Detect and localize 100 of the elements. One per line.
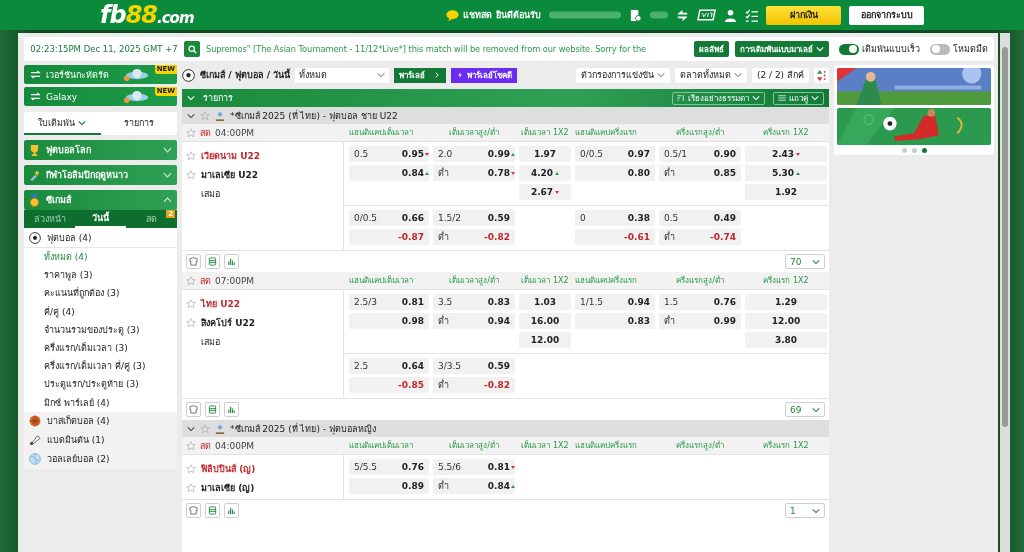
- ticket-icon[interactable]: [697, 9, 716, 21]
- odds-cell[interactable]: -0.85: [349, 377, 429, 393]
- carousel-dot[interactable]: [901, 148, 907, 153]
- chart-button[interactable]: [224, 254, 239, 269]
- odds-cell[interactable]: 0.5 0.95: [349, 146, 429, 162]
- sort-dropdown[interactable]: เรียงอย่างธรรมดา: [672, 91, 765, 105]
- odds-cell[interactable]: 5/5.5 0.76: [349, 459, 429, 475]
- stats-list-button[interactable]: [205, 254, 220, 269]
- odds-cell[interactable]: 4.20: [519, 165, 571, 181]
- odds-cell[interactable]: 0.83: [575, 313, 655, 329]
- user-icon[interactable]: [724, 8, 737, 22]
- chart-button[interactable]: [224, 402, 239, 417]
- star-icon[interactable]: [186, 317, 196, 328]
- sort-button[interactable]: [814, 67, 829, 83]
- odds-cell[interactable]: 3.80: [745, 332, 827, 348]
- star-icon[interactable]: [186, 150, 196, 161]
- odds-cell[interactable]: -0.87: [349, 229, 429, 245]
- league-count-button[interactable]: (2 / 2) ลีกค์: [751, 67, 809, 83]
- scoreboard-button[interactable]: [186, 503, 201, 518]
- odds-cell[interactable]: 1.92: [745, 184, 827, 200]
- odds-cell[interactable]: 0/0.5 0.66: [349, 210, 429, 226]
- parlay-button[interactable]: พาร์เลย์: [394, 67, 447, 83]
- sport-item[interactable]: ฟุตบอล (4): [24, 228, 177, 248]
- odds-cell[interactable]: 0.89: [349, 478, 429, 494]
- sidebar-tab[interactable]: รายการ: [100, 112, 177, 135]
- chevron-down-icon[interactable]: [187, 95, 195, 101]
- odds-cell[interactable]: 0.5/1 0.90: [659, 146, 741, 162]
- results-button[interactable]: ผลลัพธ์: [694, 41, 729, 57]
- odds-cell[interactable]: 1.5/2 0.59: [433, 210, 515, 226]
- search-button[interactable]: [184, 41, 200, 57]
- star-icon[interactable]: [186, 169, 196, 180]
- scoreboard-button[interactable]: [186, 402, 201, 417]
- odds-cell[interactable]: 2.5 0.64: [349, 358, 429, 374]
- odds-cell[interactable]: 3/3.5 0.59: [433, 358, 515, 374]
- more-markets-dropdown[interactable]: 69: [785, 402, 825, 417]
- odds-cell[interactable]: 0.98: [349, 313, 429, 329]
- odds-cell[interactable]: 3.5 0.83: [433, 294, 515, 310]
- odds-cell[interactable]: 1/1.5 0.94: [575, 294, 655, 310]
- odds-cell[interactable]: ต่ำ 0.78: [433, 165, 515, 181]
- scoreboard-button[interactable]: [186, 254, 201, 269]
- odds-cell[interactable]: 5.30: [745, 165, 827, 181]
- sub-tab[interactable]: ล่วงหน้า: [24, 210, 75, 228]
- logout-button[interactable]: ออกจากระบบ: [849, 5, 924, 25]
- odds-cell[interactable]: 1.97: [519, 146, 571, 162]
- odds-cell[interactable]: 2.5/3 0.81: [349, 294, 429, 310]
- live-chat-link[interactable]: แชทสด: [463, 8, 492, 22]
- league-header[interactable]: *ซีเกมส์ 2025 (ที่ ไทย) - ฟุตบอล ชาย U22: [182, 107, 829, 124]
- odds-cell[interactable]: 12.00: [519, 332, 571, 348]
- checklist-icon[interactable]: [745, 8, 758, 22]
- receipt-icon[interactable]: [629, 8, 642, 22]
- market-item[interactable]: ประตูแรก/ประตูท้าย (3): [24, 375, 177, 394]
- odds-type-dropdown[interactable]: การเดิมพันแบบมาเลย์: [735, 41, 829, 57]
- stats-list-button[interactable]: [205, 402, 220, 417]
- odds-cell[interactable]: ต่ำ -0.82: [433, 377, 515, 393]
- chart-button[interactable]: [224, 503, 239, 518]
- odds-cell[interactable]: -0.61: [575, 229, 655, 245]
- market-item[interactable]: คะแนนที่ถูกต้อง (3): [24, 284, 177, 303]
- star-icon[interactable]: [186, 298, 196, 309]
- filter-select[interactable]: ทั้งหมด: [295, 67, 390, 83]
- odds-cell[interactable]: 16.00: [519, 313, 571, 329]
- odds-cell[interactable]: 1.29: [745, 294, 827, 310]
- deposit-button[interactable]: ฝากเงิน: [766, 5, 841, 25]
- transfer-icon[interactable]: [676, 8, 689, 22]
- carousel-dot[interactable]: [921, 148, 927, 153]
- star-icon[interactable]: [186, 440, 196, 451]
- market-item[interactable]: ทั้งหมด (4): [24, 248, 177, 267]
- odds-cell[interactable]: 5.5/6 0.81: [433, 459, 515, 475]
- sidebar-tab[interactable]: ใบเดิมพัน: [24, 112, 101, 135]
- odds-cell[interactable]: 0/0.5 0.97: [575, 146, 655, 162]
- odds-cell[interactable]: 0.5 0.49: [659, 210, 741, 226]
- odds-cell[interactable]: 2.67: [519, 184, 571, 200]
- star-icon[interactable]: [186, 463, 196, 474]
- logo[interactable]: fb88.com: [100, 1, 194, 29]
- odds-cell[interactable]: ต่ำ -0.82: [433, 229, 515, 245]
- star-icon[interactable]: [186, 275, 196, 286]
- odds-cell[interactable]: 2.0 0.99: [433, 146, 515, 162]
- odds-cell[interactable]: 12.00: [745, 313, 827, 329]
- toggle-switch[interactable]: [930, 43, 950, 55]
- sport-section-header[interactable]: ฟุตบอลโลก: [24, 140, 177, 160]
- odds-cell[interactable]: ต่ำ 0.94: [433, 313, 515, 329]
- odds-cell[interactable]: ต่ำ 0.84: [433, 478, 515, 494]
- filter-dropdown[interactable]: ตลาดทั้งหมด: [674, 67, 747, 83]
- scrollbar[interactable]: [1000, 33, 1010, 552]
- odds-cell[interactable]: ต่ำ -0.74: [659, 229, 741, 245]
- filter-dropdown[interactable]: ตัวกรองการแข่งขัน: [575, 67, 670, 83]
- odds-cell[interactable]: 2.43: [745, 146, 827, 162]
- odds-cell[interactable]: ต่ำ 0.85: [659, 165, 741, 181]
- star-icon[interactable]: [186, 127, 196, 138]
- odds-cell[interactable]: 0 0.38: [575, 210, 655, 226]
- star-icon[interactable]: [200, 423, 210, 434]
- carousel-dot[interactable]: [911, 148, 917, 153]
- market-item[interactable]: ครึ่งแรก/เต็มเวลา คี่/คู่ (3): [24, 357, 177, 376]
- odds-cell[interactable]: 0.84: [349, 165, 429, 181]
- odds-cell[interactable]: ต่ำ 0.99: [659, 313, 741, 329]
- star-icon[interactable]: [186, 482, 196, 493]
- view-dropdown[interactable]: แถวคู่: [773, 91, 824, 105]
- league-header[interactable]: *ซีเกมส์ 2025 (ที่ ไทย) - ฟุตบอลหญิง: [182, 420, 829, 437]
- odds-cell[interactable]: 0.80: [575, 165, 655, 181]
- odds-cell[interactable]: 1.03: [519, 294, 571, 310]
- more-markets-dropdown[interactable]: 1: [785, 503, 825, 518]
